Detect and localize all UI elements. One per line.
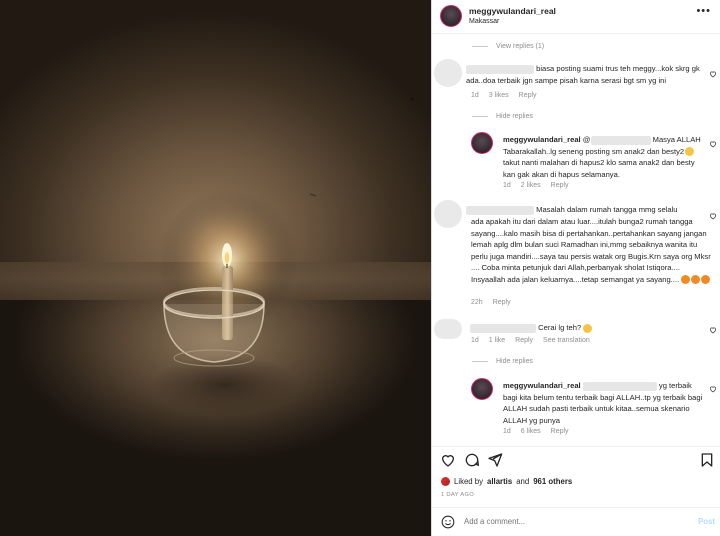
reply-username[interactable]: meggywulandari_real — [503, 381, 581, 390]
avatar[interactable] — [471, 378, 493, 400]
heart-eyes-emoji-icon — [691, 275, 701, 285]
reply-time: 1d — [503, 182, 511, 189]
heart-icon[interactable] — [709, 212, 717, 220]
comment-body: Masalah dalam rumah tangga mmg selalu — [536, 205, 678, 214]
comment-meta: 22h Reply — [471, 299, 511, 306]
reply-button[interactable]: Reply — [515, 337, 533, 344]
avatar[interactable] — [434, 319, 462, 339]
reply-button[interactable]: Reply — [551, 428, 569, 435]
reply-likes[interactable]: 6 likes — [521, 428, 541, 435]
like-heart-icon[interactable] — [440, 452, 456, 468]
reply-body-end: takut nanti malahan di hapus2 klo sama a… — [503, 158, 695, 179]
liked-by-label: Liked by — [454, 477, 484, 486]
liker-avatar[interactable] — [441, 477, 450, 486]
hide-replies-label: Hide replies — [496, 358, 533, 365]
divider-line — [472, 116, 488, 117]
mention-prefix[interactable]: @ — [583, 135, 591, 144]
comment-likes[interactable]: 1 like — [489, 337, 505, 344]
redacted-username — [466, 64, 534, 74]
view-replies-button[interactable]: View replies (1) — [472, 43, 544, 50]
comment-body-rest: ada apakah itu dari dalam atau luar....i… — [471, 217, 711, 284]
comment-time: 1d — [471, 337, 479, 344]
add-comment-input[interactable] — [464, 517, 684, 526]
reply-meta: 1d 6 likes Reply — [503, 428, 569, 435]
hide-replies-button[interactable]: Hide replies — [472, 358, 533, 365]
comment-time: 22h — [471, 299, 483, 306]
reply-username[interactable]: meggywulandari_real — [503, 135, 581, 144]
avatar[interactable] — [434, 200, 462, 228]
comment-meta: 1d 1 like Reply See translation — [471, 337, 590, 344]
grin-emoji-icon — [685, 147, 695, 157]
redacted-username — [470, 323, 536, 333]
liked-by-user[interactable]: allartis — [487, 477, 512, 486]
comment-text-continued: ada apakah itu dari dalam atau luar....i… — [471, 216, 713, 286]
comment-text: Masalah dalam rumah tangga mmg selalu — [466, 204, 708, 216]
bookmark-icon[interactable] — [699, 452, 715, 468]
comments-list: View replies (1) biasa posting suami tru… — [432, 34, 720, 446]
post-photo[interactable] — [0, 0, 431, 536]
comment-icon[interactable] — [464, 452, 480, 468]
emoji-picker-icon[interactable] — [441, 515, 455, 529]
reply-button[interactable]: Reply — [493, 299, 511, 306]
heart-icon[interactable] — [709, 140, 717, 148]
reply-button[interactable]: Reply — [551, 182, 569, 189]
more-options-icon[interactable]: ••• — [696, 5, 711, 17]
reply-button[interactable]: Reply — [519, 92, 537, 99]
redacted-mention — [582, 381, 657, 391]
post-header: meggywulandari_real Makassar ••• — [432, 0, 720, 34]
post-actions-bar — [432, 446, 720, 472]
divider-line — [472, 361, 488, 362]
post-side-panel: meggywulandari_real Makassar ••• View re… — [431, 0, 720, 536]
comment-likes[interactable]: 3 likes — [489, 92, 509, 99]
see-translation-button[interactable]: See translation — [543, 337, 590, 344]
avatar[interactable] — [434, 59, 462, 87]
smile-emoji-icon — [583, 323, 593, 333]
heart-eyes-emoji-icon — [701, 275, 711, 285]
avatar[interactable] — [471, 132, 493, 154]
redacted-username — [466, 205, 534, 215]
post-username[interactable]: meggywulandari_real — [469, 6, 556, 16]
reply-likes[interactable]: 2 likes — [521, 182, 541, 189]
likes-summary: Liked by allartis and 961 others — [441, 477, 572, 486]
post-time-ago[interactable]: 1 DAY AGO — [441, 492, 474, 498]
reply-text: meggywulandari_real @ Masya ALLAH Tabara… — [503, 134, 703, 180]
reply-time: 1d — [503, 428, 511, 435]
hide-replies-button[interactable]: Hide replies — [472, 113, 533, 120]
divider-line — [472, 46, 488, 47]
view-replies-label: View replies (1) — [496, 43, 545, 50]
reply-text: meggywulandari_real yg terbaik bagi kita… — [503, 380, 703, 426]
post-location[interactable]: Makassar — [469, 18, 499, 25]
candle-image — [150, 97, 414, 415]
comment-meta: 1d 3 likes Reply — [471, 92, 537, 99]
heart-eyes-emoji-icon — [681, 275, 691, 285]
reply-body-rest: bagi kita belum tentu terbaik bagi ALLAH… — [503, 392, 703, 425]
reply-body: yg terbaik — [658, 381, 692, 390]
heart-icon[interactable] — [709, 385, 717, 393]
add-comment-bar: Post — [432, 507, 720, 536]
redacted-mention — [590, 135, 651, 145]
comment-text: biasa posting suami trus teh meggy...kok… — [466, 63, 706, 86]
comment-text: Cerai lg teh? — [470, 322, 710, 334]
comment-time: 1d — [471, 92, 479, 99]
reply-meta: 1d 2 likes Reply — [503, 182, 569, 189]
heart-icon[interactable] — [709, 326, 717, 334]
avatar[interactable] — [440, 5, 462, 27]
liked-by-and: and — [516, 477, 530, 486]
share-icon[interactable] — [487, 452, 503, 468]
comment-body: Cerai lg teh? — [538, 323, 582, 332]
liked-by-others[interactable]: 961 others — [533, 477, 572, 486]
heart-icon[interactable] — [709, 70, 717, 78]
post-comment-button[interactable]: Post — [698, 517, 715, 526]
hide-replies-label: Hide replies — [496, 113, 533, 120]
